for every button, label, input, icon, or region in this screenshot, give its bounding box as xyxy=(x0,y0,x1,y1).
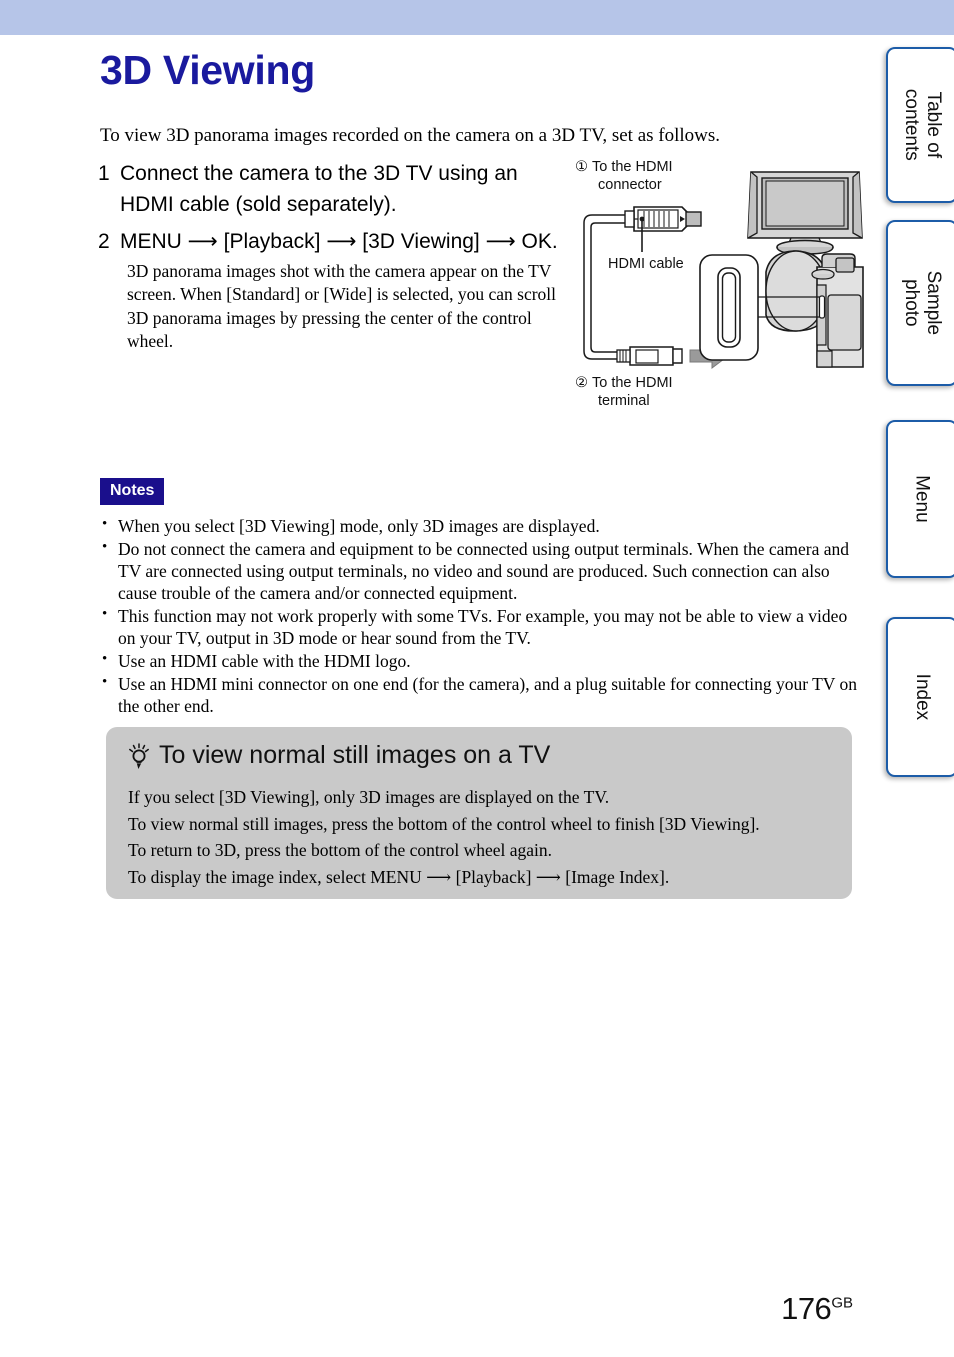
diagram-label-cable: HDMI cable xyxy=(608,256,684,272)
tip-line: To view normal still images, press the b… xyxy=(128,813,760,834)
step-text: Connect the camera to the 3D TV using an… xyxy=(120,162,518,216)
step-item: 1 Connect the camera to the 3D TV using … xyxy=(98,158,558,220)
hdmi-plug-icon xyxy=(624,206,702,232)
sidebar-tab-label: Menu xyxy=(911,475,933,523)
top-decorative-band xyxy=(0,0,954,35)
page-number-value: 176 xyxy=(781,1291,832,1326)
sidebar-tab-label: Index xyxy=(911,673,933,721)
note-item: This function may not work properly with… xyxy=(100,605,860,649)
hdmi-mini-plug-icon xyxy=(616,346,683,366)
diagram-label-1-line1: To the HDMI xyxy=(592,159,673,175)
diagram-label-2-marker: ② xyxy=(575,375,588,391)
page-number-suffix: GB xyxy=(831,1294,853,1312)
step-number: 1 xyxy=(98,162,110,185)
sidebar-tab-sample-photo[interactable]: Sample photo xyxy=(886,220,954,386)
step-number: 2 xyxy=(98,230,110,253)
steps-list: 1 Connect the camera to the 3D TV using … xyxy=(98,158,558,359)
note-item: Use an HDMI cable with the HDMI logo. xyxy=(100,650,860,672)
notes-badge: Notes xyxy=(100,478,165,505)
note-item: When you select [3D Viewing] mode, only … xyxy=(100,515,860,537)
step-item: 2 MENU ⟶ [Playback] ⟶ [3D Viewing] ⟶ OK.… xyxy=(98,226,558,353)
sidebar-tab-label: Table of contents xyxy=(901,89,944,161)
page-title: 3D Viewing xyxy=(100,47,315,93)
tip-box: To view normal still images on a TV If y… xyxy=(106,727,852,899)
page-number: 176GB xyxy=(781,1291,853,1327)
step-text: MENU ⟶ [Playback] ⟶ [3D Viewing] ⟶ OK. xyxy=(120,230,558,253)
tv-icon xyxy=(747,171,863,255)
diagram-label-2-line2: terminal xyxy=(598,393,650,409)
intro-paragraph: To view 3D panorama images recorded on t… xyxy=(100,125,721,146)
page-content: 3D Viewing To view 3D panorama images re… xyxy=(0,35,875,1357)
tip-line: If you select [3D Viewing], only 3D imag… xyxy=(128,787,610,807)
step-description: 3D panorama images shot with the camera … xyxy=(127,261,557,351)
sidebar-tab-table-of-contents[interactable]: Table of contents xyxy=(886,47,954,203)
hdmi-cable-icon xyxy=(583,214,645,360)
sidebar-tab-menu[interactable]: Menu xyxy=(886,420,954,578)
note-item: Do not connect the camera and equipment … xyxy=(100,538,860,604)
hdmi-connection-diagram: ① To the HDMI connector HDMI cable ② To … xyxy=(570,155,870,430)
notes-list: When you select [3D Viewing] mode, only … xyxy=(100,515,860,717)
sidebar-tab-index[interactable]: Index xyxy=(886,617,954,777)
diagram-label-2-line1: To the HDMI xyxy=(592,375,673,391)
tip-heading: To view normal still images on a TV xyxy=(159,741,551,769)
lightbulb-icon xyxy=(129,742,149,769)
notes-section: Notes When you select [3D Viewing] mode,… xyxy=(100,478,860,718)
tip-line: To return to 3D, press the bottom of the… xyxy=(128,840,553,861)
diagram-label-1-marker: ① xyxy=(575,159,588,175)
diagram-label-1-line2: connector xyxy=(598,177,662,193)
tip-line: To display the image index, select MENU … xyxy=(128,866,670,887)
sidebar-tab-label: Sample photo xyxy=(901,270,944,336)
note-item: Use an HDMI mini connector on one end (f… xyxy=(100,673,860,717)
camera-icon xyxy=(765,250,864,368)
tip-heading-row: To view normal still images on a TV xyxy=(128,741,830,770)
